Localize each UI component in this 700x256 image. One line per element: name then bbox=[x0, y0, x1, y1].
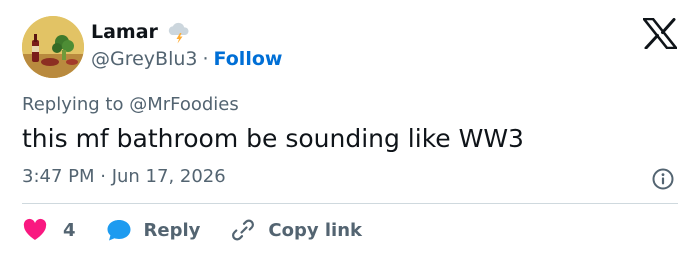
copy-link-button[interactable]: Copy link bbox=[230, 218, 362, 242]
x-logo-icon[interactable] bbox=[643, 18, 677, 49]
follow-button[interactable]: Follow bbox=[214, 48, 283, 70]
reply-bubble-icon bbox=[107, 220, 131, 241]
author-handle[interactable]: @GreyBlu3 bbox=[91, 48, 198, 70]
action-bar: 4 Reply Copy link bbox=[22, 215, 362, 245]
avatar[interactable] bbox=[22, 16, 84, 78]
link-icon bbox=[232, 219, 255, 241]
replying-to: Replying to @MrFoodies bbox=[22, 94, 239, 115]
display-name[interactable]: Lamar bbox=[91, 21, 158, 43]
author-name-row: Lamar bbox=[91, 20, 192, 44]
reply-label: Reply bbox=[143, 219, 201, 241]
tweet-text: this mf bathroom be sounding like WW3 bbox=[22, 124, 524, 153]
like-count: 4 bbox=[63, 219, 76, 241]
reply-button[interactable]: Reply bbox=[106, 218, 201, 242]
heart-icon bbox=[23, 218, 47, 240]
info-icon[interactable] bbox=[651, 167, 675, 191]
author-handle-row: @GreyBlu3 · Follow bbox=[91, 48, 282, 70]
divider bbox=[22, 203, 678, 204]
like-button[interactable]: 4 bbox=[22, 218, 76, 242]
separator-dot: · bbox=[202, 48, 209, 70]
storm-cloud-icon bbox=[168, 22, 189, 44]
avatar-image bbox=[22, 16, 84, 78]
tweet-card: Lamar @GreyBlu3 · Follow Replying to @Mr… bbox=[0, 0, 700, 256]
copy-link-label: Copy link bbox=[268, 219, 362, 241]
tweet-timestamp[interactable]: 3:47 PM · Jun 17, 2026 bbox=[22, 166, 226, 187]
